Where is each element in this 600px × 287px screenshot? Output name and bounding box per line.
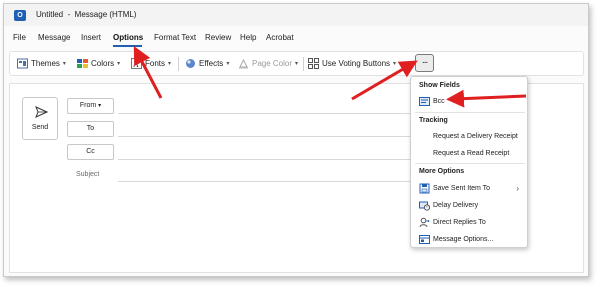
voting-label: Use Voting Buttons: [322, 59, 391, 68]
fonts-button[interactable]: A Fonts ▾: [131, 58, 171, 69]
colors-caret-icon: ▾: [117, 61, 121, 67]
voting-buttons-button[interactable]: Use Voting Buttons ▾: [308, 58, 396, 69]
menu-bar: File Message Insert Options Format Text …: [4, 33, 588, 48]
title-bar: O Untitled - Message (HTML): [4, 4, 588, 26]
direct-replies-label: Direct Replies To: [433, 219, 486, 226]
subject-field[interactable]: [118, 181, 418, 182]
section-tracking: Tracking: [419, 117, 448, 124]
menu-item-delivery-receipt[interactable]: Request a Delivery Receipt: [413, 130, 525, 143]
ribbon-divider: [303, 57, 304, 71]
menu-help[interactable]: Help: [240, 33, 256, 42]
menu-item-read-receipt[interactable]: Request a Read Receipt: [413, 147, 525, 160]
colors-label: Colors: [91, 59, 115, 68]
more-commands-button[interactable]: ...: [415, 54, 434, 72]
menu-message[interactable]: Message: [38, 33, 70, 42]
effects-button[interactable]: Effects ▾: [185, 58, 229, 69]
cc-field[interactable]: [118, 159, 418, 160]
ribbon-divider: [178, 57, 179, 71]
cc-button[interactable]: Cc: [67, 144, 114, 160]
send-icon: [35, 106, 48, 118]
section-more-options: More Options: [419, 168, 465, 175]
chevron-right-icon: ›: [516, 184, 519, 193]
fonts-label: Fonts: [145, 59, 166, 68]
message-options-icon: [419, 235, 430, 244]
menu-item-message-options[interactable]: Message Options...: [413, 233, 525, 246]
subject-label: Subject: [76, 171, 100, 178]
themes-label: Themes: [31, 59, 60, 68]
app-icon: O: [14, 10, 26, 21]
dropdown-divider: [415, 163, 525, 164]
bcc-icon: [419, 97, 430, 106]
menu-review[interactable]: Review: [205, 33, 231, 42]
from-caret-icon: ▾: [98, 103, 102, 109]
menu-item-bcc[interactable]: Bcc: [413, 95, 525, 108]
save-sent-label: Save Sent Item To: [433, 185, 491, 192]
from-field[interactable]: [118, 113, 418, 114]
menu-format-text[interactable]: Format Text: [154, 33, 196, 42]
active-tab-underline: [113, 45, 142, 47]
from-button[interactable]: From ▾: [67, 98, 114, 114]
send-label: Send: [31, 124, 49, 131]
direct-replies-icon: [419, 217, 430, 228]
to-button[interactable]: To: [67, 121, 114, 137]
page-color-button[interactable]: Page Color ▾: [238, 58, 298, 69]
colors-button[interactable]: Colors ▾: [77, 58, 120, 69]
menu-file[interactable]: File: [13, 33, 26, 42]
more-options-dropdown: Show Fields Bcc Tracking Request a Deliv…: [410, 76, 528, 248]
voting-caret-icon: ▾: [393, 61, 397, 67]
window-title: Untitled - Message (HTML): [36, 10, 137, 19]
menu-options[interactable]: Options: [113, 33, 143, 42]
screenshot-stage: O Untitled - Message (HTML) File Message…: [0, 0, 600, 287]
voting-icon: [308, 58, 319, 69]
read-receipt-label: Request a Read Receipt: [433, 150, 510, 157]
effects-caret-icon: ▾: [226, 61, 230, 67]
menu-item-direct-replies[interactable]: Direct Replies To: [413, 216, 525, 229]
dropdown-divider: [415, 112, 525, 113]
page-color-label: Page Color: [252, 59, 293, 68]
section-show-fields: Show Fields: [419, 82, 460, 89]
delay-delivery-label: Delay Delivery: [433, 202, 479, 209]
menu-insert[interactable]: Insert: [81, 33, 101, 42]
colors-icon: [77, 59, 88, 68]
themes-button[interactable]: Themes ▾: [17, 58, 66, 69]
menu-item-save-sent[interactable]: Save Sent Item To ›: [413, 182, 525, 195]
delivery-receipt-label: Request a Delivery Receipt: [433, 133, 518, 140]
to-field[interactable]: [118, 136, 418, 137]
from-label: From: [79, 102, 97, 109]
options-ribbon: Themes ▾ Colors ▾ A Fonts ▾ Effects ▾ Pa…: [9, 51, 584, 76]
bcc-label: Bcc: [433, 98, 445, 105]
page-color-caret-icon: ▾: [295, 61, 299, 67]
menu-item-delay-delivery[interactable]: Delay Delivery: [413, 199, 525, 212]
page-color-icon: [239, 58, 248, 69]
themes-icon: [17, 58, 28, 69]
menu-acrobat[interactable]: Acrobat: [266, 33, 294, 42]
themes-caret-icon: ▾: [62, 61, 66, 67]
fonts-caret-icon: ▾: [168, 61, 172, 67]
effects-icon: [186, 59, 195, 68]
fonts-icon: A: [131, 58, 142, 69]
svg-text:A: A: [133, 60, 139, 69]
save-sent-icon: [419, 183, 430, 194]
effects-label: Effects: [199, 59, 224, 68]
message-options-label: Message Options...: [433, 236, 494, 243]
send-button[interactable]: Send: [22, 97, 58, 140]
outlook-compose-window: O Untitled - Message (HTML) File Message…: [3, 3, 589, 277]
delay-icon: [419, 201, 430, 211]
